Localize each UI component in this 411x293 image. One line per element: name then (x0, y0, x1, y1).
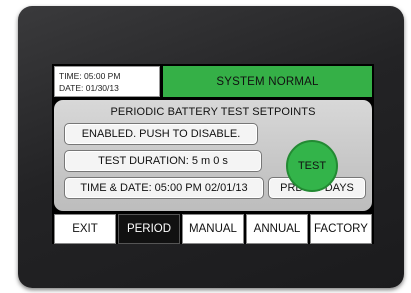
test-button[interactable]: TEST (286, 140, 338, 192)
nav-period-label: PERIOD (126, 223, 172, 235)
nav-period-button[interactable]: PERIOD (118, 214, 180, 244)
test-duration-label: TEST DURATION: 5 m 0 s (98, 155, 228, 167)
nav-manual-button[interactable]: MANUAL (182, 214, 244, 244)
bottom-nav: EXIT PERIOD MANUAL ANNUAL FACTORY (52, 214, 374, 244)
nav-exit-button[interactable]: EXIT (54, 214, 116, 244)
nav-manual-label: MANUAL (189, 223, 237, 235)
hmi-screen: TIME: 05:00 PM DATE: 01/30/13 SYSTEM NOR… (52, 64, 374, 244)
test-button-label: TEST (297, 160, 327, 172)
nav-factory-button[interactable]: FACTORY (310, 214, 372, 244)
system-status-text: SYSTEM NORMAL (216, 75, 319, 88)
nav-factory-label: FACTORY (314, 223, 368, 235)
time-date-display: TIME: 05:00 PM DATE: 01/30/13 (54, 66, 160, 97)
time-readout: TIME: 05:00 PM (59, 71, 121, 81)
enable-disable-label: ENABLED. PUSH TO DISABLE. (81, 128, 241, 140)
date-readout: DATE: 01/30/13 (59, 83, 119, 93)
test-duration-button[interactable]: TEST DURATION: 5 m 0 s (64, 150, 262, 172)
nav-exit-label: EXIT (72, 223, 98, 235)
panel-title: PERIODIC BATTERY TEST SETPOINTS (110, 106, 316, 118)
enable-disable-button[interactable]: ENABLED. PUSH TO DISABLE. (64, 123, 258, 145)
time-date-setpoint-button[interactable]: TIME & DATE: 05:00 PM 02/01/13 (64, 177, 264, 199)
nav-annual-label: ANNUAL (253, 223, 301, 235)
setpoints-panel: PERIODIC BATTERY TEST SETPOINTS ENABLED.… (54, 100, 372, 211)
nav-annual-button[interactable]: ANNUAL (246, 214, 308, 244)
system-status-bar: SYSTEM NORMAL (163, 66, 372, 97)
time-date-setpoint-label: TIME & DATE: 05:00 PM 02/01/13 (80, 182, 248, 194)
